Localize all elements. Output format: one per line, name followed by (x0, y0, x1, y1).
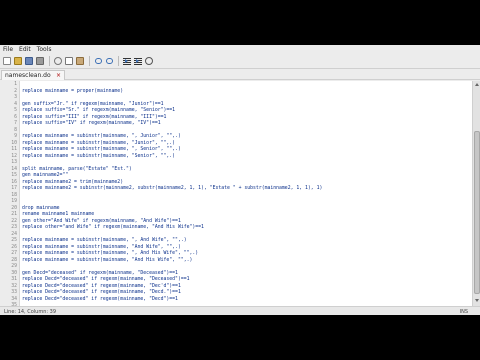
tab-label: namesclean.do (5, 72, 51, 79)
scroll-down-icon[interactable] (474, 298, 480, 304)
code-line[interactable]: replace other="and Wife" if regexm(mainn… (22, 225, 204, 232)
code-editor[interactable]: 1 2 3 4 5 6 7 8 9 10 11 12 13 14 15 16 17 18 19 20 21 22 23 24 2… (0, 81, 472, 306)
code-line[interactable]: replace mainname = subinstr(mainname, "A… (22, 258, 192, 265)
line-number-gutter: 1 2 3 4 5 6 7 8 9 10 11 12 13 14 15 16 17 18 19 20 21 22 23 24 2… (0, 81, 20, 306)
print-icon[interactable] (36, 57, 44, 65)
code-line[interactable]: replace mainname = subinstr(mainname, "S… (22, 154, 175, 161)
toolbar-divider (49, 56, 50, 66)
paste-icon[interactable] (76, 57, 84, 65)
menu-file[interactable]: File (3, 46, 13, 53)
code-line[interactable]: replace mainname = proper(mainname) (22, 89, 123, 96)
code-line[interactable]: replace Decd="deceased" if regexm(mainna… (22, 297, 178, 304)
menu-tools[interactable]: Tools (37, 46, 52, 53)
new-file-icon[interactable] (3, 57, 11, 65)
toolbar (0, 54, 480, 69)
shift-right-icon[interactable] (134, 57, 142, 65)
tab-namesclean-do[interactable]: namesclean.do × (1, 70, 65, 80)
status-bar: Line: 14, Column: 39 INS (0, 306, 480, 315)
shift-left-icon[interactable] (123, 57, 131, 65)
vertical-scrollbar[interactable] (472, 81, 480, 306)
toolbar-divider (118, 56, 119, 66)
menu-bar: File Edit Tools (0, 45, 480, 54)
tab-bar: namesclean.do × (0, 69, 480, 80)
cut-icon[interactable] (54, 57, 62, 65)
find-icon[interactable] (145, 57, 153, 65)
open-icon[interactable] (14, 57, 22, 65)
scroll-thumb[interactable] (474, 131, 480, 294)
redo-icon[interactable] (105, 57, 113, 65)
menu-edit[interactable]: Edit (19, 46, 31, 53)
do-file-editor-window: File Edit Tools namesclean.do × 1 2 3 4 … (0, 45, 480, 315)
close-icon[interactable]: × (56, 72, 61, 79)
save-icon[interactable] (25, 57, 33, 65)
scroll-up-icon[interactable] (474, 82, 480, 88)
copy-icon[interactable] (65, 57, 73, 65)
toolbar-divider (89, 56, 90, 66)
cursor-position: Line: 14, Column: 39 (4, 309, 57, 315)
undo-icon[interactable] (94, 57, 102, 65)
code-line[interactable]: replace suffix="IV" if regexm(mainname, … (22, 121, 161, 128)
insert-mode-indicator: INS (459, 309, 468, 315)
code-line[interactable]: replace mainname2 = subinstr(mainname2, … (22, 186, 322, 193)
video-frame: File Edit Tools namesclean.do × 1 2 3 4 … (0, 0, 480, 360)
